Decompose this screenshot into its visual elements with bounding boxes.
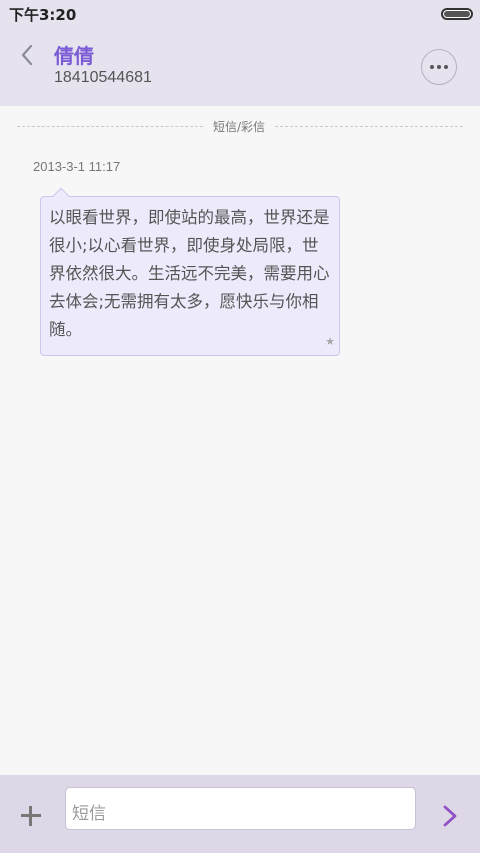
message-input[interactable]: 短信 bbox=[65, 787, 416, 830]
bubble-tail bbox=[52, 187, 70, 205]
status-time: 下午3:20 bbox=[9, 6, 77, 24]
more-dots-icon bbox=[430, 65, 448, 70]
contact-name[interactable]: 倩倩 bbox=[54, 40, 94, 69]
message-type-divider: 短信/彩信 bbox=[17, 118, 463, 134]
conversation-header: 倩倩 18410544681 bbox=[0, 28, 480, 106]
chevron-right-icon bbox=[443, 805, 457, 827]
battery-icon bbox=[441, 8, 473, 20]
message-text: 以眼看世界，即使站的最高，世界还是很小;以心看世界，即使身处局限，世界依然很大。… bbox=[49, 208, 330, 339]
message-bubble[interactable]: 以眼看世界，即使站的最高，世界还是很小;以心看世界，即使身处局限，世界依然很大。… bbox=[40, 187, 340, 356]
divider-line bbox=[17, 126, 203, 127]
divider-line bbox=[275, 126, 463, 127]
status-bar: 下午3:20 bbox=[0, 0, 480, 28]
back-button[interactable] bbox=[14, 38, 44, 72]
contact-phone-number: 18410544681 bbox=[54, 69, 152, 86]
composer-bar: 短信 bbox=[0, 775, 480, 853]
message-input-placeholder: 短信 bbox=[72, 804, 106, 824]
chevron-left-icon bbox=[21, 44, 33, 66]
star-icon: ★ bbox=[325, 335, 335, 348]
message-type-label: 短信/彩信 bbox=[212, 120, 266, 134]
send-button[interactable] bbox=[436, 801, 464, 831]
more-options-button[interactable] bbox=[421, 49, 457, 85]
add-attachment-button[interactable] bbox=[18, 803, 44, 829]
message-timestamp: 2013-3-1 11:17 bbox=[33, 159, 121, 174]
